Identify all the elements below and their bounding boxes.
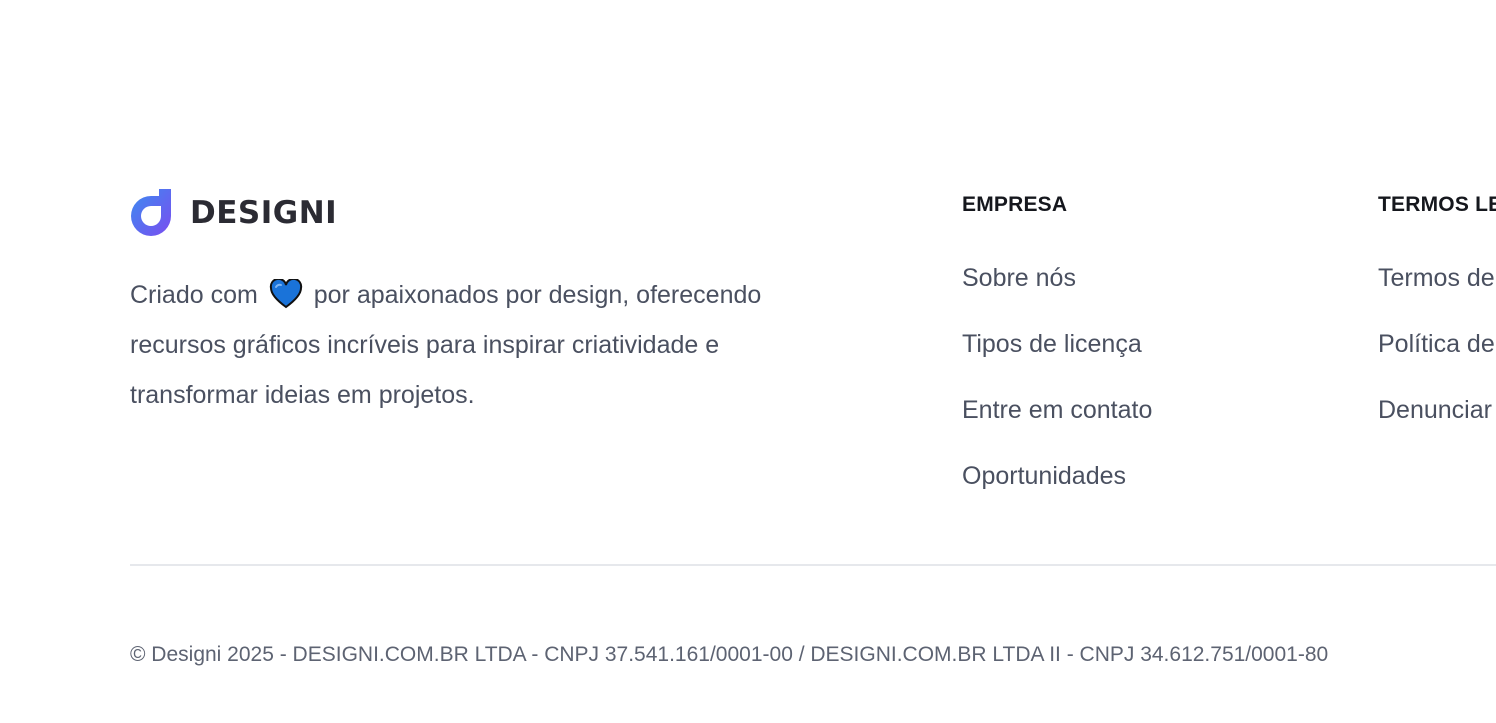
link-sobre-nos[interactable]: Sobre nós	[962, 263, 1152, 329]
empresa-links: Sobre nós Tipos de licença Entre em cont…	[962, 263, 1152, 527]
termos-links: Termos de Política de Denunciar	[1378, 263, 1496, 461]
about-text: Criado com por apaixonados por design, o…	[130, 270, 820, 420]
heart-icon	[269, 279, 302, 309]
column-heading-empresa: EMPRESA	[962, 193, 1068, 216]
link-tipos-de-licenca[interactable]: Tipos de licença	[962, 329, 1152, 395]
footer-divider	[130, 564, 1496, 566]
footer-column-empresa: EMPRESA Sobre nós Tipos de licença Entre…	[962, 190, 1152, 527]
link-oportunidades[interactable]: Oportunidades	[962, 461, 1152, 527]
brand-name: DESIGNI	[190, 194, 338, 231]
column-heading-termos: TERMOS LE	[1378, 193, 1496, 216]
link-entre-em-contato[interactable]: Entre em contato	[962, 395, 1152, 461]
link-termos[interactable]: Termos de	[1378, 263, 1496, 329]
copyright-text: © Designi 2025 - DESIGNI.COM.BR LTDA - C…	[130, 643, 1329, 666]
designi-logo-icon	[131, 189, 171, 236]
about-text-before: Criado com	[130, 281, 258, 309]
link-denunciar[interactable]: Denunciar	[1378, 395, 1496, 461]
site-footer: DESIGNI Criado com por apaixonados por d…	[0, 0, 1496, 723]
brand-logo-link[interactable]: DESIGNI	[130, 187, 337, 237]
link-politica[interactable]: Política de	[1378, 329, 1496, 395]
footer-column-termos: TERMOS LE Termos de Política de Denuncia…	[1378, 190, 1496, 461]
